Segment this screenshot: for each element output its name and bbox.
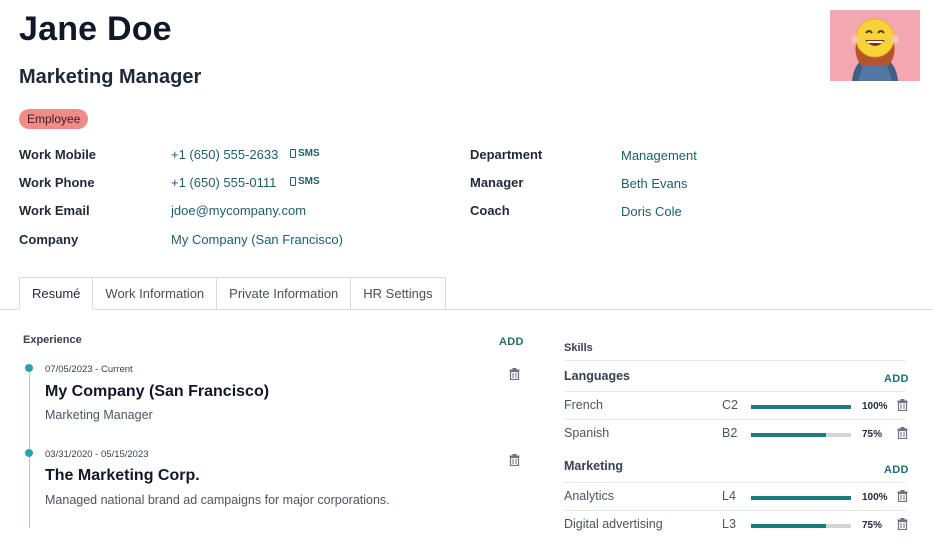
skill-level: L3 [722,517,736,531]
job-title[interactable]: Marketing Manager [19,66,201,89]
tab-private-information[interactable]: Private Information [217,277,352,310]
trash-icon[interactable] [509,454,520,466]
trash-icon[interactable] [897,427,908,439]
employee-tag[interactable]: Employee [19,109,89,129]
skills-divider [564,482,906,483]
manager-value[interactable]: Beth Evans [621,176,688,191]
skill-progress-bar [751,524,851,528]
coach-value[interactable]: Doris Cole [621,204,682,219]
add-experience-button[interactable]: ADD [499,336,524,348]
skill-level: B2 [722,426,738,440]
field-label-work-phone: Work Phone [19,175,95,190]
skill-percent: 75% [862,429,883,440]
trash-icon[interactable] [897,490,908,502]
work-email-value[interactable]: jdoe@mycompany.com [171,203,306,218]
mobile-phone-icon [290,177,296,186]
skill-name[interactable]: Digital advertising [564,517,663,531]
skill-name[interactable]: French [564,398,603,412]
skill-level: C2 [722,398,738,412]
department-value[interactable]: Management [621,148,697,163]
tab-hr-settings[interactable]: HR Settings [351,277,446,310]
experience-date: 07/05/2023 - Current [45,364,133,375]
smiley-avatar-icon [830,10,920,81]
experience-date: 03/31/2020 - 05/15/2023 [45,449,149,460]
skill-group-marketing: Marketing [564,459,624,473]
experience-title: Experience [23,334,82,346]
skill-level: L4 [722,489,736,503]
work-phone-value[interactable]: +1 (650) 555-0111 [171,175,276,190]
sms-label: SMS [298,176,320,187]
skills-divider [564,391,906,392]
trash-icon[interactable] [897,399,908,411]
skills-divider [564,510,906,511]
skill-percent: 75% [862,520,883,531]
field-label-coach: Coach [470,203,510,218]
skill-progress-bar [751,496,851,500]
field-label-manager: Manager [470,175,524,190]
tab-work-information[interactable]: Work Information [93,277,218,310]
skill-progress-bar [751,433,851,437]
timeline-line [29,368,30,528]
employee-avatar[interactable] [830,10,920,81]
skill-name[interactable]: Spanish [564,426,609,440]
add-language-skill-button[interactable]: ADD [884,373,909,385]
skills-divider [564,419,906,420]
mobile-phone-icon [290,149,296,158]
skill-percent: 100% [862,492,888,503]
skill-name[interactable]: Analytics [564,489,614,503]
skills-divider [564,360,906,361]
notebook-tabs: Resumé Work Information Private Informat… [19,277,446,310]
company-value[interactable]: My Company (San Francisco) [171,232,343,247]
skill-progress-bar [751,405,851,409]
skill-group-languages: Languages [564,369,630,383]
trash-icon[interactable] [509,368,520,380]
field-label-company: Company [19,232,79,247]
experience-title-line[interactable]: My Company (San Francisco) [45,383,269,401]
experience-title-line[interactable]: The Marketing Corp. [45,467,200,485]
add-marketing-skill-button[interactable]: ADD [884,464,909,476]
work-phone-sms-button[interactable]: SMS [290,176,320,187]
field-label-work-email: Work Email [19,203,90,218]
timeline-dot [25,449,33,457]
tab-resume[interactable]: Resumé [19,277,94,310]
work-mobile-sms-button[interactable]: SMS [290,148,320,159]
sms-label: SMS [298,148,320,159]
timeline-dot [25,364,33,372]
skills-title: Skills [564,342,593,354]
skill-percent: 100% [862,401,888,412]
experience-description: Managed national brand ad campaigns for … [45,493,390,507]
trash-icon[interactable] [897,518,908,530]
work-mobile-value[interactable]: +1 (650) 555-2633 [171,147,278,162]
experience-description: Marketing Manager [45,408,153,422]
field-label-work-mobile: Work Mobile [19,147,97,162]
employee-name[interactable]: Jane Doe [19,10,172,49]
field-label-department: Department [470,147,543,162]
